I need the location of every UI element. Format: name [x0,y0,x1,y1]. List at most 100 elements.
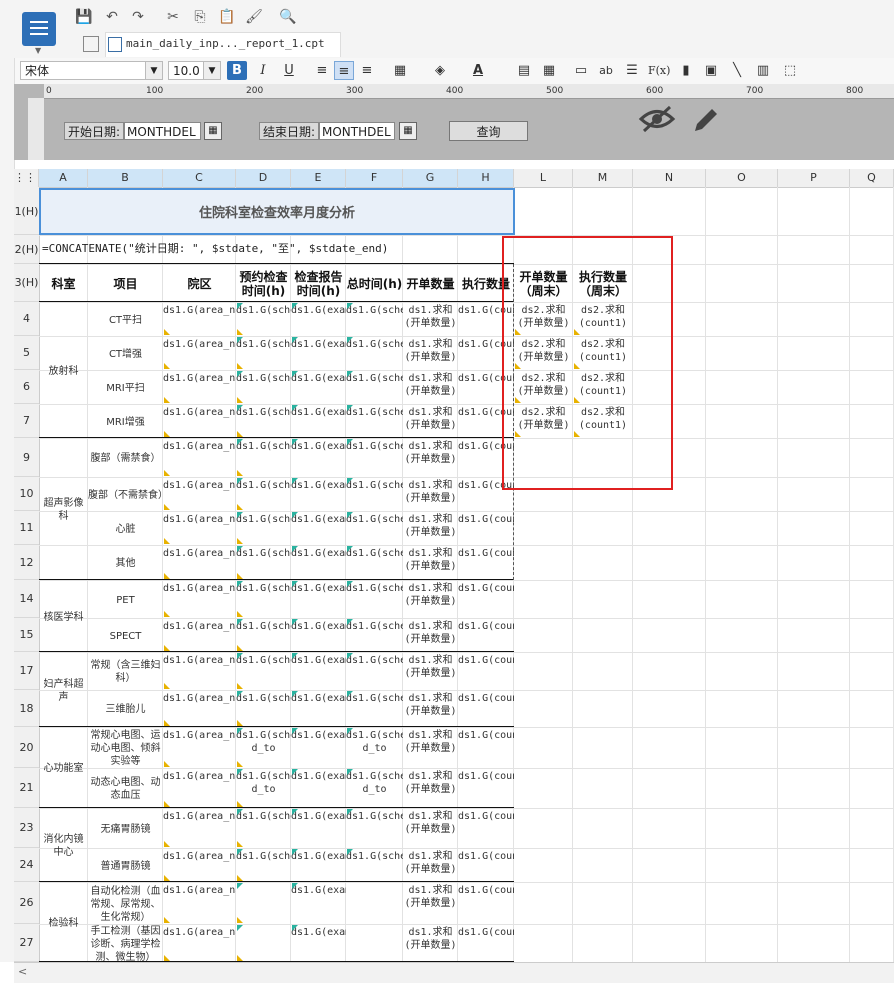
item-cell[interactable]: MRI平扫 [88,370,163,404]
underline-button[interactable]: U [279,61,299,80]
report-time-cell[interactable]: ds1.G(exam_to_ [291,652,346,690]
order-count-cell[interactable]: ds1.求和(开单数量) [403,511,458,545]
total-time-cell[interactable]: ds1.G(schedule [346,404,403,438]
schedule-cell[interactable]: ds1.G(schedule [236,370,291,404]
calendar-icon[interactable]: ▦ [399,122,417,140]
row-header[interactable]: 6 [14,370,39,404]
schedule-cell[interactable]: ds1.G(schedule [236,690,291,727]
row-header[interactable]: 26 [14,882,39,924]
exec-count-cell[interactable]: ds1.G(count1) [458,882,514,924]
format-painter-icon[interactable]: 🖌 [244,8,264,26]
item-cell[interactable]: CT增强 [88,336,163,370]
area-cell[interactable]: ds1.G(area_name) [163,690,236,727]
schedule-cell[interactable]: ds1.G(schedule d_to [236,727,291,768]
column-header[interactable]: P [778,169,850,187]
item-cell[interactable]: 心脏 [88,511,163,545]
exec-count-cell[interactable]: ds1.G(count1) [458,924,514,962]
column-header[interactable]: E [291,169,346,187]
chart-icon[interactable]: ▮ [676,61,696,80]
grid-icon[interactable] [83,36,99,52]
exec-count-cell[interactable]: ds1.G(count1) [458,618,514,652]
eye-slash-icon[interactable] [638,104,676,134]
area-cell[interactable]: ds1.G(area_name) [163,302,236,336]
row-header[interactable]: 20 [14,727,39,768]
report-time-cell[interactable]: ds1.G(exam_to_report [291,882,346,924]
row-header[interactable]: 4 [14,302,39,336]
area-cell[interactable]: ds1.G(area_name) [163,618,236,652]
item-cell[interactable]: 其他 [88,545,163,580]
area-cell[interactable]: ds1.G(area_name) [163,580,236,618]
total-time-cell[interactable]: ds1.G(schedule [346,808,403,848]
font-family-select[interactable]: 宋体 [20,61,146,80]
exec-count-cell[interactable]: ds1.G(count1) [458,652,514,690]
report-time-cell[interactable]: ds1.G(exam_to_ [291,808,346,848]
order-count-cell[interactable]: ds1.求和(开单数量) [403,808,458,848]
row-header[interactable]: 15 [14,618,39,652]
department-cell[interactable]: 消化内镜中心 [39,808,88,882]
chevron-down-icon[interactable]: ▼ [203,61,221,80]
item-cell[interactable]: SPECT [88,618,163,652]
area-cell[interactable]: ds1.G(area_name) [163,545,236,580]
column-header[interactable]: O [706,169,778,187]
undo-icon[interactable]: ↶ [102,8,122,26]
item-cell[interactable]: 常规（含三维妇科） [88,652,163,690]
column-title[interactable]: 开单数量 [403,264,458,302]
align-left-icon[interactable]: ≡ [312,61,332,80]
schedule-cell[interactable]: ds1.G(schedule [236,511,291,545]
schedule-cell[interactable]: ds1.G(schedule [236,618,291,652]
total-time-cell[interactable]: ds1.G(schedule [346,545,403,580]
text-cell-button[interactable]: ab [596,61,616,80]
total-time-cell[interactable]: ds1.G(schedule [346,336,403,370]
column-header[interactable]: C [163,169,236,187]
wrap-icon[interactable]: ☰ [622,61,642,80]
pencil-icon[interactable] [690,104,722,136]
row-header[interactable]: 7 [14,404,39,438]
column-title[interactable]: 项目 [88,264,163,302]
save-icon[interactable]: 💾 [74,8,94,26]
report-time-cell[interactable]: ds1.G(exam_to_report [291,727,346,768]
department-cell[interactable]: 检验科 [39,882,88,962]
order-count-cell[interactable]: ds1.求和(开单数量) [403,690,458,727]
schedule-cell[interactable]: ds1.G(schedule [236,848,291,882]
fill-color-icon[interactable]: ◈ [430,61,450,80]
font-color-icon[interactable]: A [468,61,488,80]
order-count-cell[interactable]: ds1.求和(开单数量) [403,302,458,336]
order-count-cell[interactable]: ds1.求和(开单数量) [403,848,458,882]
total-time-cell[interactable]: ds1.G(schedule [346,511,403,545]
total-time-cell[interactable]: ds1.G(schedule d_to [346,727,403,768]
report-time-cell[interactable]: ds1.G(exam_to_ [291,848,346,882]
formula-cell[interactable]: =CONCATENATE("统计日期: ", $stdate, "至", $st… [42,240,388,256]
image-icon[interactable]: ▣ [701,61,721,80]
order-count-cell[interactable]: ds1.求和(开单数量) [403,477,458,511]
report-time-cell[interactable]: ds1.G(exam_to_report [291,924,346,962]
row-header[interactable]: 27 [14,924,39,962]
area-cell[interactable]: ds1.G(area_name) [163,336,236,370]
order-count-cell[interactable]: ds1.求和(开单数量) [403,652,458,690]
column-header[interactable]: G [403,169,458,187]
column-header[interactable]: D [236,169,291,187]
report-time-cell[interactable]: ds1.G(exam_to_ [291,404,346,438]
merge-icon[interactable]: ▭ [571,61,591,80]
order-count-cell[interactable]: ds1.求和(开单数量) [403,727,458,768]
department-cell[interactable]: 超声影像科 [39,438,88,580]
item-cell[interactable]: 三维胎儿 [88,690,163,727]
order-count-cell[interactable]: ds1.求和(开单数量) [403,882,458,924]
redo-icon[interactable]: ↷ [128,8,148,26]
frame-icon[interactable]: ⬚ [780,61,800,80]
schedule-cell[interactable]: ds1.G(schedule [236,580,291,618]
slash-icon[interactable]: ╲ [727,61,747,80]
query-button[interactable]: 查询 [449,121,528,141]
item-cell[interactable]: 腹部（不需禁食） [88,477,163,511]
exec-count-cell[interactable]: ds1.G(count1) [458,768,514,808]
exec-count-cell[interactable]: ds1.G(count1) [458,690,514,727]
area-cell[interactable]: ds1.G(area_name) [163,511,236,545]
align-right-icon[interactable]: ≡ [357,61,377,80]
chevron-down-icon[interactable]: ▼ [145,61,163,80]
column-title[interactable]: 科室 [39,264,88,302]
exec-count-cell[interactable]: ds1.G(count1) [458,545,514,580]
column-header[interactable]: N [633,169,706,187]
item-cell[interactable]: 腹部（需禁食） [88,438,163,477]
row-header[interactable]: 10 [14,477,39,511]
item-cell[interactable]: 普通胃肠镜 [88,848,163,882]
report-time-cell[interactable]: ds1.G(exam_to_ [291,511,346,545]
